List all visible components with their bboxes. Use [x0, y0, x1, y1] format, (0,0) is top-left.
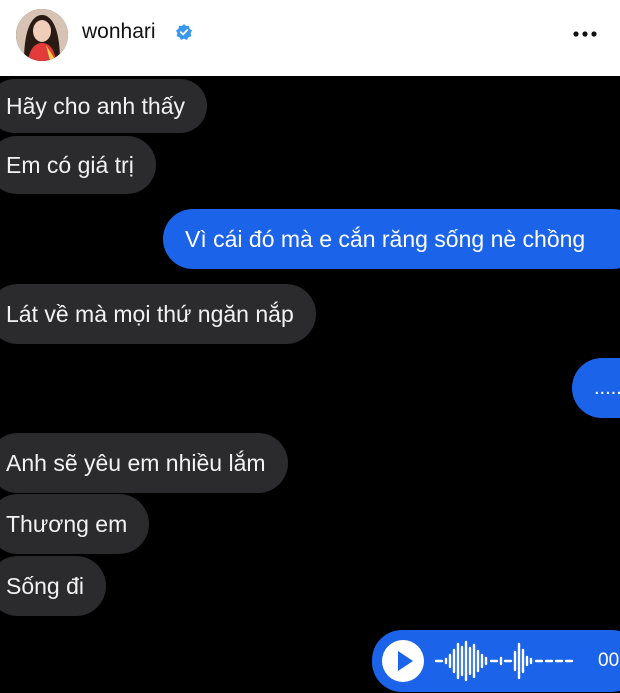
audio-waveform-icon: [434, 640, 574, 682]
message-text: Sống đi: [6, 572, 85, 599]
message-text: Em có giá trị: [6, 151, 134, 178]
message-bubble-incoming: Hãy cho anh thấy: [0, 79, 208, 133]
message-bubble-outgoing: .....: [572, 358, 620, 418]
message-text: Lát về mà mọi thứ ngăn nắp: [6, 300, 294, 327]
message-bubble-incoming: Thương em: [0, 494, 150, 554]
post-header: wonhari: [0, 0, 620, 76]
chat-screenshot: Hãy cho anh thấy Em có giá trị Vì cái đó…: [0, 76, 620, 693]
verified-badge-icon: [176, 24, 192, 40]
message-bubble-outgoing: Vì cái đó mà e cắn răng sống nè chồng: [163, 209, 620, 269]
message-text: Vì cái đó mà e cắn răng sống nè chồng: [185, 225, 586, 252]
play-icon[interactable]: [380, 638, 426, 684]
message-text: Hãy cho anh thấy: [6, 92, 186, 119]
message-bubble-incoming: Em có giá trị: [0, 136, 156, 194]
message-text: Thương em: [6, 510, 128, 537]
message-text: Anh sẽ yêu em nhiều lắm: [6, 449, 266, 476]
username[interactable]: wonhari: [82, 20, 156, 44]
more-options-icon[interactable]: [572, 30, 598, 38]
message-bubble-incoming: Lát về mà mọi thứ ngăn nắp: [0, 284, 316, 344]
message-bubble-incoming: Anh sẽ yêu em nhiều lắm: [0, 433, 288, 493]
message-text: .....: [594, 377, 620, 399]
message-bubble-incoming: Sống đi: [0, 556, 107, 616]
voice-duration: 00:0: [598, 650, 620, 671]
voice-message-bubble[interactable]: 00:0: [372, 630, 620, 692]
profile-avatar[interactable]: [16, 9, 68, 61]
